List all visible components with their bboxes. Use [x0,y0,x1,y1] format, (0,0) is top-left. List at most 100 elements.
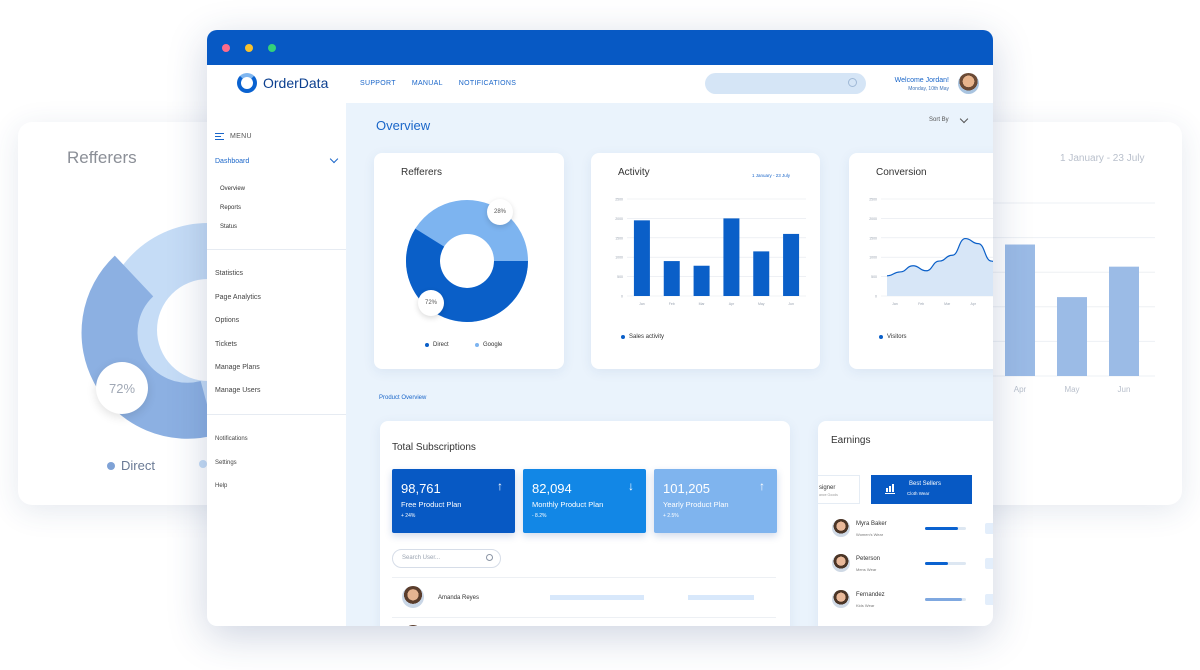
search-icon[interactable] [848,78,857,87]
bar [693,265,710,296]
stat-change: + 2.5% [663,513,679,519]
x-tick-label: Feb [918,302,924,306]
conversion-area-chart: 05001000150020002500JanFebMarAprMayJun [869,198,993,306]
sidebar-divider [207,249,346,250]
sidebar-subitem-reports[interactable]: Reports [220,205,241,211]
sidebar-item-options[interactable]: Options [215,317,239,324]
legend-direct-label: Direct [433,342,449,348]
avatar [832,519,850,537]
person-action-button[interactable] [985,594,993,605]
sidebar-item-dashboard[interactable]: Dashboard [215,154,339,165]
search-user-input[interactable]: Search User... [392,549,501,568]
menu-label: MENU [230,133,252,140]
welcome-date: Monday, 10th May [908,86,949,92]
person-action-button[interactable] [985,523,993,534]
legend-dot [475,343,479,347]
x-tick-label: Jan [892,302,898,306]
bar [663,261,680,296]
tab-designer-label: signer [819,485,836,491]
user-avatar[interactable] [958,73,979,94]
bg-x-tick-label: May [1064,385,1079,394]
legend-google: Google [475,342,502,348]
nav-support-link[interactable]: SUPPORT [360,80,396,87]
app-logo[interactable]: OrderData [237,73,328,93]
welcome-text: Welcome Jordan! [894,77,949,84]
subscriptions-title: Total Subscriptions [392,442,476,453]
y-tick-label: 0 [875,295,877,299]
bar [633,220,650,296]
sidebar-subitem-overview[interactable]: Overview [220,186,245,192]
sidebar-item-notifications[interactable]: Notifications [215,436,248,442]
logo-icon [237,73,257,93]
close-window-dot[interactable] [222,43,230,52]
x-tick-label: Mar [944,302,951,306]
sidebar-divider [207,414,346,415]
x-tick-label: Apr [971,302,977,306]
menu-toggle[interactable]: MENU [215,133,252,140]
sidebar-item-page-analytics[interactable]: Page Analytics [215,294,261,301]
avatar [402,586,424,608]
page-title: Overview [376,118,431,133]
tab-designer[interactable]: signer ance Goods [818,475,860,504]
search-user-placeholder: Search User... [402,555,441,561]
bar [723,218,740,296]
sidebar-item-statistics[interactable]: Statistics [215,270,243,277]
area-fill [887,238,993,296]
bg-legend-dot [107,461,115,470]
stage: Refferers 72% Direct 1 January - 23 July… [0,0,1200,670]
bg-legend-google-dot [199,460,207,468]
nav-manual-link[interactable]: MANUAL [412,80,443,87]
sidebar-item-tickets[interactable]: Tickets [215,341,237,348]
sidebar-subitem-status[interactable]: Status [220,224,237,230]
y-tick-label: 1500 [615,236,623,240]
person-action-button[interactable] [985,558,993,569]
x-tick-label: May [758,302,765,306]
bg-legend-direct-label: Direct [121,458,155,473]
conversion-card: Conversion 0 500 1000 1500 2000 2500 Jan Feb Mar… [849,153,993,369]
sidebar-item-manage-users[interactable]: Manage Users [215,387,261,394]
top-search-input[interactable] [705,73,866,94]
avatar [832,554,850,572]
y-tick-label: 1000 [615,256,623,260]
bar [753,251,770,296]
sidebar-item-help[interactable]: Help [215,483,227,489]
bar [783,233,800,296]
person-progress-fill [925,562,948,565]
stat-value: 98,761 [401,481,441,496]
app-window: OrderData SUPPORT MANUAL NOTIFICATIONS W… [207,30,993,626]
nav-notifications-link[interactable]: NOTIFICATIONS [459,80,516,87]
person-name: Fernandez [856,592,885,598]
activity-card: Activity 1 January - 23 July 0 500 1000 150… [591,153,820,369]
minimize-window-dot[interactable] [245,43,253,52]
sidebar-item-settings[interactable]: Settings [215,460,237,466]
search-icon[interactable] [486,554,493,561]
legend-dot [425,343,429,347]
x-tick-label: Jun [788,302,794,306]
direct-pct-bubble: 72% [418,290,444,316]
person-progress [925,562,966,565]
stat-name: Yearly Product Plan [663,500,729,509]
stat-free-plan[interactable]: 98,761 Free Product Plan + 24% ↑ [392,469,515,533]
y-tick-label: 2500 [615,198,623,202]
tab-best-sellers-sub: Cloth Wear [907,491,930,496]
stat-yearly-plan[interactable]: 101,205 Yearly Product Plan + 2.5% ↑ [654,469,777,533]
bg-pct-bubble: 72% [96,362,148,414]
legend-direct: Direct [425,342,449,348]
tab-designer-sub: ance Goods [819,493,838,497]
x-tick-label: Jan [639,302,645,306]
bg-bar [1057,297,1087,376]
hamburger-icon [215,133,224,140]
legend-dot [879,335,883,339]
sort-by-dropdown[interactable]: Sort By [929,114,968,124]
avatar [402,625,424,626]
y-tick-label: 2000 [615,217,623,221]
chevron-down-icon [959,114,968,124]
person-name: Myra Baker [856,521,887,527]
y-tick-label: 1000 [869,256,877,260]
sidebar-dashboard-label: Dashboard [215,158,250,165]
tab-best-sellers[interactable]: Best Sellers Cloth Wear [871,475,972,504]
sidebar-item-manage-plans[interactable]: Manage Plans [215,364,260,371]
sort-by-label: Sort By [929,117,949,123]
maximize-window-dot[interactable] [268,43,276,52]
stat-monthly-plan[interactable]: 82,094 Monthly Product Plan - 8.2% ↓ [523,469,646,533]
